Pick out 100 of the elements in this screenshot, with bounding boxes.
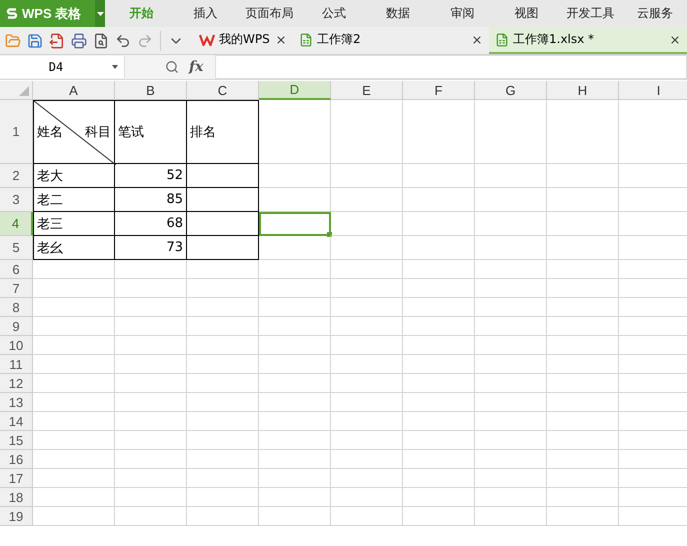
- table-cell[interactable]: [187, 336, 259, 355]
- redo-icon[interactable]: [137, 32, 153, 48]
- app-menu-button[interactable]: WPS 表格: [0, 0, 95, 27]
- table-cell[interactable]: [403, 393, 475, 412]
- table-cell[interactable]: [187, 393, 259, 412]
- export-icon[interactable]: [49, 32, 65, 48]
- document-tab[interactable]: 工作簿1.xlsx *: [489, 27, 687, 54]
- table-cell[interactable]: [187, 355, 259, 374]
- table-cell[interactable]: [331, 450, 403, 469]
- row-header[interactable]: 2: [0, 164, 33, 188]
- table-cell[interactable]: [331, 317, 403, 336]
- table-cell[interactable]: [331, 393, 403, 412]
- preview-icon[interactable]: [93, 32, 109, 48]
- search-icon[interactable]: [165, 60, 179, 74]
- menu-tab[interactable]: 开发工具: [558, 0, 623, 27]
- table-cell[interactable]: [187, 298, 259, 317]
- table-cell[interactable]: [331, 164, 403, 188]
- table-cell[interactable]: [403, 374, 475, 393]
- table-cell[interactable]: [187, 450, 259, 469]
- table-cell[interactable]: [403, 298, 475, 317]
- table-cell[interactable]: [475, 298, 547, 317]
- table-cell[interactable]: [403, 431, 475, 450]
- menu-tab[interactable]: 视图: [494, 0, 559, 27]
- column-header[interactable]: E: [331, 81, 403, 100]
- table-cell[interactable]: [259, 317, 331, 336]
- table-cell[interactable]: [331, 188, 403, 212]
- close-icon[interactable]: [471, 34, 483, 46]
- table-cell[interactable]: [475, 164, 547, 188]
- table-cell[interactable]: [403, 100, 475, 164]
- table-cell[interactable]: [259, 469, 331, 488]
- table-cell[interactable]: [331, 279, 403, 298]
- table-cell[interactable]: [547, 188, 619, 212]
- table-cell[interactable]: [475, 412, 547, 431]
- table-cell[interactable]: [403, 336, 475, 355]
- folder-icon[interactable]: [5, 32, 21, 48]
- table-cell[interactable]: [547, 164, 619, 188]
- table-cell[interactable]: [115, 412, 187, 431]
- table-cell[interactable]: [331, 336, 403, 355]
- table-cell[interactable]: [259, 188, 331, 212]
- table-cell[interactable]: [331, 507, 403, 526]
- document-tab[interactable]: 我的WPS: [193, 27, 293, 54]
- table-cell[interactable]: [115, 469, 187, 488]
- table-cell[interactable]: [475, 507, 547, 526]
- table-cell[interactable]: [475, 317, 547, 336]
- table-cell[interactable]: [403, 412, 475, 431]
- table-cell[interactable]: [187, 431, 259, 450]
- table-cell[interactable]: [547, 260, 619, 279]
- table-cell[interactable]: [403, 164, 475, 188]
- table-cell[interactable]: [547, 236, 619, 260]
- table-cell[interactable]: [475, 488, 547, 507]
- table-cell[interactable]: [403, 236, 475, 260]
- table-cell[interactable]: [331, 355, 403, 374]
- column-header[interactable]: B: [115, 81, 187, 100]
- table-cell[interactable]: [115, 374, 187, 393]
- table-cell[interactable]: [547, 450, 619, 469]
- menu-tab[interactable]: 公式: [302, 0, 366, 27]
- menu-tab[interactable]: 页面布局: [238, 0, 302, 27]
- table-cell[interactable]: [475, 188, 547, 212]
- table-cell[interactable]: [33, 507, 115, 526]
- table-cell[interactable]: [475, 393, 547, 412]
- table-cell[interactable]: [475, 469, 547, 488]
- table-cell[interactable]: [115, 298, 187, 317]
- table-cell[interactable]: [547, 374, 619, 393]
- table-cell[interactable]: [259, 260, 331, 279]
- table-cell[interactable]: [259, 355, 331, 374]
- table-cell[interactable]: [403, 488, 475, 507]
- table-cell[interactable]: [115, 450, 187, 469]
- close-icon[interactable]: [275, 34, 287, 46]
- table-cell[interactable]: [115, 488, 187, 507]
- table-cell[interactable]: [259, 507, 331, 526]
- table-cell[interactable]: [115, 393, 187, 412]
- table-cell[interactable]: [475, 260, 547, 279]
- function-label[interactable]: fx: [189, 59, 204, 75]
- table-cell[interactable]: [547, 488, 619, 507]
- column-header[interactable]: F: [403, 81, 475, 100]
- row-header[interactable]: 12: [0, 374, 33, 393]
- table-cell[interactable]: [547, 355, 619, 374]
- table-cell[interactable]: [331, 298, 403, 317]
- table-cell[interactable]: [547, 212, 619, 236]
- table-cell[interactable]: [403, 260, 475, 279]
- table-cell[interactable]: [403, 469, 475, 488]
- table-cell[interactable]: [475, 236, 547, 260]
- table-cell[interactable]: [115, 317, 187, 336]
- table-cell[interactable]: [115, 336, 187, 355]
- name-box[interactable]: D4: [0, 56, 125, 78]
- table-cell[interactable]: [33, 355, 115, 374]
- table-cell[interactable]: [403, 450, 475, 469]
- table-cell[interactable]: [331, 374, 403, 393]
- table-cell[interactable]: [547, 393, 619, 412]
- table-cell[interactable]: [547, 336, 619, 355]
- table-cell[interactable]: [187, 374, 259, 393]
- table-cell[interactable]: [259, 100, 331, 164]
- table-cell[interactable]: [187, 317, 259, 336]
- column-header[interactable]: G: [475, 81, 547, 100]
- table-cell[interactable]: [33, 374, 115, 393]
- row-header[interactable]: 1: [0, 100, 33, 164]
- table-cell[interactable]: [33, 469, 115, 488]
- row-header[interactable]: 19: [0, 507, 33, 526]
- table-cell[interactable]: [475, 450, 547, 469]
- menu-tab[interactable]: 审阅: [430, 0, 494, 27]
